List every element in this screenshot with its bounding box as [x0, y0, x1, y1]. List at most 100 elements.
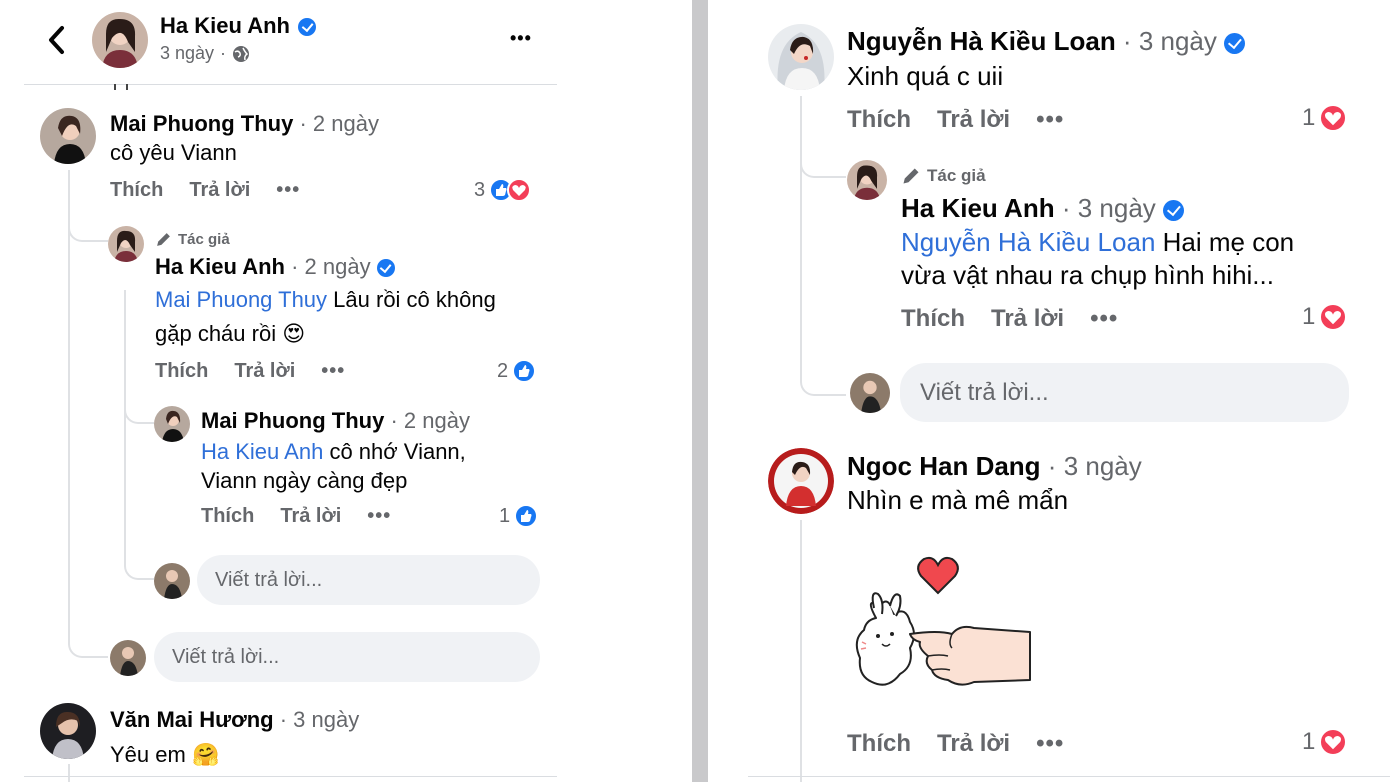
- verified-badge-icon: [298, 18, 317, 37]
- thread-line: [68, 170, 108, 658]
- comment-header: Văn Mai Hương · 3 ngày: [110, 707, 360, 732]
- commenter-name[interactable]: Ngoc Han Dang: [847, 451, 1041, 481]
- like-button[interactable]: Thích: [847, 730, 911, 757]
- commenter-name[interactable]: Ha Kieu Anh: [901, 193, 1055, 223]
- hugging-emoji: 🤗: [191, 742, 220, 767]
- screenshot-divider: [692, 0, 708, 782]
- reply-button[interactable]: Trả lời: [991, 305, 1064, 332]
- reaction-summary[interactable]: 1: [1302, 303, 1348, 331]
- avatar: [110, 640, 146, 676]
- commenter-name[interactable]: Nguyễn Hà Kiều Loan: [847, 26, 1116, 56]
- comment-text: Xinh quá c uii: [847, 61, 1004, 91]
- reply-button[interactable]: Trả lời: [234, 360, 295, 382]
- left-screenshot: Ha Kieu Anh 3 ngày · ••• Mai Phuong Thuy…: [0, 0, 692, 782]
- like-button[interactable]: Thích: [155, 360, 208, 382]
- reaction-count: 1: [1302, 104, 1316, 131]
- love-reaction-icon: [1319, 303, 1348, 331]
- header-meta: 3 ngày ·: [160, 43, 250, 64]
- reply-input[interactable]: Viết trả lời...: [154, 632, 540, 682]
- bottom-divider: [24, 776, 557, 777]
- more-button[interactable]: •••: [1036, 730, 1064, 757]
- avatar: [850, 373, 890, 413]
- reply-button[interactable]: Trả lời: [280, 505, 341, 527]
- bottom-divider: [748, 776, 1390, 777]
- comment-header: Ha Kieu Anh · 2 ngày: [155, 254, 395, 280]
- avatar[interactable]: [40, 703, 96, 759]
- reaction-count: 1: [1302, 303, 1316, 330]
- comment-actions: Thích Trả lời •••: [847, 106, 1090, 134]
- verified-badge-icon: [376, 259, 395, 278]
- more-button[interactable]: •••: [1036, 106, 1064, 133]
- commenter-name[interactable]: Mai Phuong Thuy: [110, 111, 293, 136]
- commenter-name[interactable]: Văn Mai Hương: [110, 707, 274, 732]
- pencil-icon: [903, 168, 919, 184]
- comment-time[interactable]: 3 ngày: [1064, 451, 1142, 481]
- reaction-summary[interactable]: 1: [1302, 728, 1348, 756]
- heart-eyes-emoji: 😍: [282, 321, 306, 346]
- comment-time[interactable]: 2 ngày: [404, 408, 470, 433]
- like-button[interactable]: Thích: [110, 179, 163, 201]
- reply-button[interactable]: Trả lời: [937, 730, 1010, 757]
- more-button[interactable]: •••: [321, 360, 345, 382]
- reply-input[interactable]: Viết trả lời...: [900, 363, 1349, 422]
- author-tag: Tác giả: [155, 231, 230, 248]
- comment-text: Yêu em 🤗: [110, 742, 220, 767]
- mention-link[interactable]: Nguyễn Hà Kiều Loan: [901, 227, 1155, 257]
- header-divider: [24, 84, 557, 85]
- avatar[interactable]: [768, 24, 834, 90]
- comment-time[interactable]: 3 ngày: [1139, 26, 1217, 56]
- like-button[interactable]: Thích: [201, 505, 254, 527]
- comment-time[interactable]: 3 ngày: [1078, 193, 1156, 223]
- comment-time[interactable]: 3 ngày: [293, 707, 359, 732]
- love-reaction-icon: [507, 178, 532, 202]
- comment-header: Mai Phuong Thuy · 2 ngày: [201, 408, 470, 433]
- avatar[interactable]: [768, 448, 834, 514]
- reaction-summary[interactable]: 3: [474, 178, 532, 202]
- avatar[interactable]: [847, 160, 887, 200]
- love-reaction-icon: [1319, 104, 1348, 132]
- comment-text: cô yêu Viann: [110, 140, 237, 165]
- sticker[interactable]: [848, 548, 1038, 698]
- mention-link[interactable]: Mai Phuong Thuy: [155, 287, 327, 312]
- comment-header: Nguyễn Hà Kiều Loan · 3 ngày: [847, 26, 1246, 57]
- pencil-icon: [157, 233, 170, 246]
- reaction-count: 1: [499, 504, 511, 527]
- mention-link[interactable]: Ha Kieu Anh: [201, 439, 323, 464]
- comment-text: Nguyễn Hà Kiều Loan Hai mẹ con vừa vật n…: [901, 227, 1295, 290]
- reply-button[interactable]: Trả lời: [937, 106, 1010, 133]
- comment-text: Mai Phuong Thuy Lâu rồi cô không gặp chá…: [155, 287, 496, 346]
- avatar[interactable]: [108, 226, 144, 262]
- like-button[interactable]: Thích: [847, 106, 911, 133]
- like-button[interactable]: Thích: [901, 305, 965, 332]
- more-button[interactable]: •••: [276, 179, 300, 201]
- avatar[interactable]: [154, 406, 190, 442]
- reply-placeholder: Viết trả lời...: [215, 568, 323, 591]
- commenter-name[interactable]: Ha Kieu Anh: [155, 254, 285, 279]
- commenter-name[interactable]: Mai Phuong Thuy: [201, 408, 384, 433]
- reply-input[interactable]: Viết trả lời...: [197, 555, 540, 605]
- more-options-button[interactable]: •••: [510, 28, 532, 49]
- back-arrow-icon: [49, 26, 64, 54]
- header-name[interactable]: Ha Kieu Anh: [160, 13, 317, 39]
- reaction-summary[interactable]: 2: [497, 359, 537, 383]
- verified-badge-icon: [1224, 32, 1246, 54]
- avatar[interactable]: [40, 108, 96, 164]
- comment-time[interactable]: 2 ngày: [313, 111, 379, 136]
- like-reaction-icon: [514, 504, 539, 528]
- more-button[interactable]: •••: [367, 505, 391, 527]
- author-tag: Tác giả: [901, 166, 986, 186]
- comment-actions: Thích Trả lời •••: [847, 730, 1090, 758]
- more-button[interactable]: •••: [1090, 305, 1118, 332]
- avatar[interactable]: [92, 12, 148, 68]
- reaction-summary[interactable]: 1: [499, 504, 539, 528]
- like-reaction-icon: [512, 359, 537, 383]
- comment-time[interactable]: 2 ngày: [305, 254, 371, 279]
- avatar: [154, 563, 190, 599]
- reaction-summary[interactable]: 1: [1302, 104, 1348, 132]
- reply-button[interactable]: Trả lời: [189, 179, 250, 201]
- back-button[interactable]: [44, 24, 70, 56]
- comment-header: Ngoc Han Dang · 3 ngày: [847, 451, 1142, 481]
- thread-line: [68, 170, 108, 242]
- thread-line: [68, 764, 70, 782]
- reaction-count: 3: [474, 178, 486, 201]
